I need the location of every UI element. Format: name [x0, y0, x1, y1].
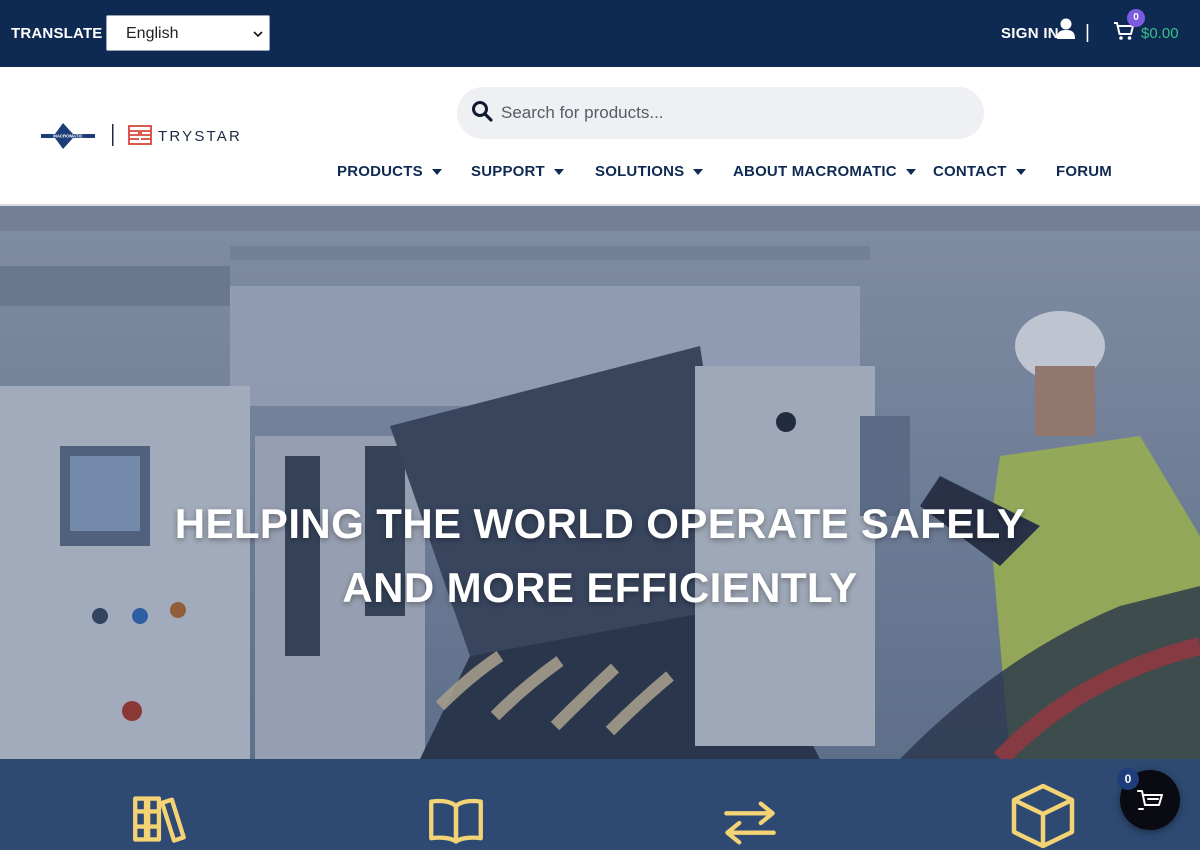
caret-down-icon: [431, 168, 442, 175]
caret-down-icon: [553, 168, 564, 175]
sign-in-link[interactable]: SIGN IN: [1001, 25, 1059, 42]
nav-label: SUPPORT: [471, 163, 545, 180]
shopping-basket-icon: [1137, 790, 1163, 810]
hero-headline: HELPING THE WORLD OPERATE SAFELY AND MOR…: [0, 492, 1200, 620]
hero-banner: HELPING THE WORLD OPERATE SAFELY AND MOR…: [0, 206, 1200, 759]
caret-down-icon: [693, 168, 704, 175]
search-input[interactable]: [501, 87, 961, 139]
cart-total[interactable]: $0.00: [1141, 25, 1179, 42]
nav-item-solutions[interactable]: SOLUTIONS: [595, 163, 704, 180]
nav-item-contact[interactable]: CONTACT: [933, 163, 1026, 180]
library-books-icon[interactable]: [132, 791, 188, 847]
hero-headline-line2: AND MORE EFFICIENTLY: [342, 564, 858, 611]
language-selected-value: English: [126, 25, 179, 42]
search-bar: [457, 87, 984, 139]
nav-label: CONTACT: [933, 163, 1007, 180]
top-utility-bar: TRANSLATE English SIGN IN | 0 $0.00: [0, 0, 1200, 67]
nav-label: FORUM: [1056, 163, 1112, 180]
nav-label: ABOUT MACROMATIC: [733, 163, 897, 180]
user-icon[interactable]: [1056, 18, 1076, 40]
exchange-arrows-icon[interactable]: [722, 795, 778, 850]
nav-item-products[interactable]: PRODUCTS: [337, 163, 442, 180]
nav-item-forum[interactable]: FORUM: [1056, 163, 1112, 180]
logo-text: TRYSTAR: [158, 128, 242, 145]
nav-item-about-macromatic[interactable]: ABOUT MACROMATIC: [733, 163, 916, 180]
logo-badge-text: MACROMATIC: [53, 134, 83, 139]
open-book-icon[interactable]: [428, 793, 484, 849]
search-icon[interactable]: [471, 100, 493, 122]
box-icon[interactable]: [1010, 783, 1076, 849]
separator: |: [1085, 22, 1090, 43]
site-header: MACROMATIC TRYSTAR PRODUCTS SUPPORT SOLU…: [0, 67, 1200, 206]
caret-down-icon: [905, 168, 916, 175]
translate-label: TRANSLATE: [11, 25, 103, 42]
feature-icon-strip: [0, 759, 1200, 850]
language-select[interactable]: English: [106, 15, 270, 51]
floating-cart-count-badge: 0: [1117, 768, 1139, 790]
brand-logo[interactable]: MACROMATIC TRYSTAR: [41, 122, 261, 150]
caret-down-icon: [1015, 168, 1026, 175]
hero-headline-line1: HELPING THE WORLD OPERATE SAFELY: [174, 500, 1026, 547]
hero-background-image: [0, 206, 1200, 759]
nav-label: PRODUCTS: [337, 163, 423, 180]
nav-label: SOLUTIONS: [595, 163, 685, 180]
chevron-down-icon: [253, 31, 263, 38]
nav-item-support[interactable]: SUPPORT: [471, 163, 564, 180]
